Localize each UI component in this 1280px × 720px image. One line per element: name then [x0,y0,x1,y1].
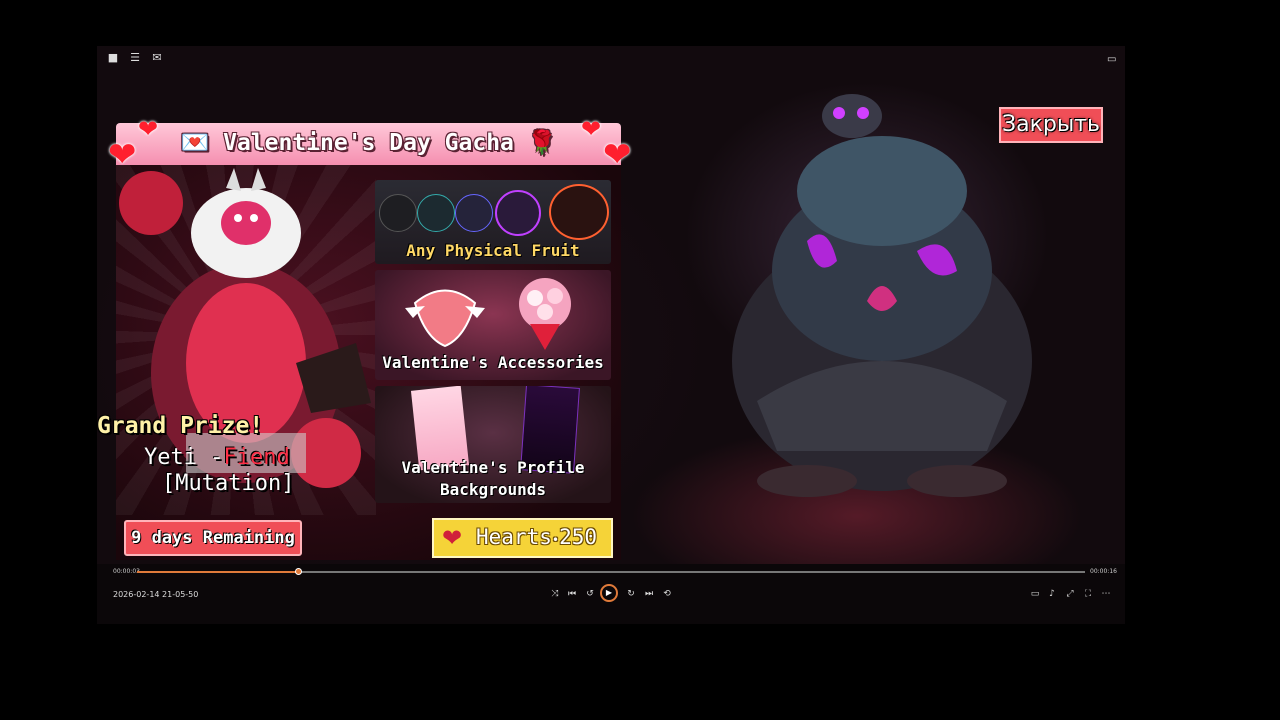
separator-dot: • [551,533,560,547]
wings-clam-icon [405,289,485,348]
physical-fruit-label: Any Physical Fruit [406,241,580,260]
profile-backgrounds-label: Valentine's Profile Backgrounds [401,458,585,499]
rose-bouquet-icon [519,278,571,350]
prize-name: Yeti -Fiend [144,445,290,470]
play-button[interactable]: ▶ [600,584,618,602]
physical-fruit-panel[interactable]: Any Physical Fruit [375,180,611,264]
fruit-icon [495,190,541,236]
volume-icon[interactable]: ♪ [1046,589,1058,599]
grand-prize-label: Grand Prize! [97,413,264,439]
monster-figure [732,94,1032,497]
fruit-icon [417,194,455,232]
close-button[interactable]: Закрыть [999,107,1103,143]
love-letter-icon: 💌 [180,130,210,156]
heart-decoration-icon: ❤ [603,135,632,175]
heart-decoration-icon: ❤ [108,135,137,175]
game-scene: ■ ☰ ✉ ▭ Закрыть 💌 Valentine's Day Gacha … [97,46,1125,564]
heart-decoration-icon: ❤ [138,115,159,143]
heart-decoration-icon: ❤ [581,115,602,143]
time-elapsed: 00:00:03 [113,568,140,575]
media-controls: 00:00:03 00:00:16 2026-02-14 21-05-50 ⤨ … [97,564,1125,624]
fullscreen-icon[interactable]: ⛶ [1082,589,1094,599]
miniplayer-icon[interactable]: ▭ [1029,589,1041,599]
accessories-panel[interactable]: Valentine's Accessories [375,270,611,380]
hearts-icon: ❤ [442,524,463,552]
roblox-logo-icon[interactable]: ■ [107,52,119,64]
rose-icon: 🌹 [527,130,557,156]
previous-icon[interactable]: ⏮ [566,589,578,599]
fruit-icon [379,194,417,232]
game-window: ■ ☰ ✉ ▭ Закрыть 💌 Valentine's Day Gacha … [97,46,1125,624]
accessories-label: Valentine's Accessories [382,353,604,372]
prize-tag: [Mutation] [162,471,295,496]
fruit-icon [455,194,493,232]
gacha-title: 💌 Valentine's Day Gacha 🌹 [180,130,557,156]
hearts-currency-button[interactable]: ❤ Hearts•250 [432,518,613,558]
fruit-icon [549,184,609,240]
progress-fill [137,571,299,573]
menu-icon[interactable]: ☰ [129,52,141,64]
next-icon[interactable]: ⏭ [643,589,655,599]
progress-handle[interactable] [295,568,303,575]
profile-backgrounds-panel[interactable]: Valentine's Profile Backgrounds [375,386,611,503]
shuffle-icon[interactable]: ⤨ [549,589,561,599]
loop-icon[interactable]: ⟲ [661,589,673,599]
hearts-text: Hearts•250 [476,525,598,549]
forward-icon[interactable]: ↻ [625,589,637,599]
expand-icon[interactable]: ⤢ [1064,589,1076,599]
screenshot-icon[interactable]: ▭ [1107,54,1119,65]
rewind-icon[interactable]: ↺ [584,589,596,599]
roblox-topbar: ■ ☰ ✉ [107,52,163,64]
chat-icon[interactable]: ✉ [151,52,163,64]
play-icon: ▶ [605,588,613,597]
time-total: 00:00:16 [1090,568,1117,575]
days-remaining-badge: 9 days Remaining [124,520,302,556]
more-icon[interactable]: ⋯ [1100,589,1112,599]
gacha-window: 💌 Valentine's Day Gacha 🌹 ❤ ❤ ❤ ❤ Grand … [97,115,632,560]
datestamp: 2026-02-14 21-05-50 [113,590,199,599]
